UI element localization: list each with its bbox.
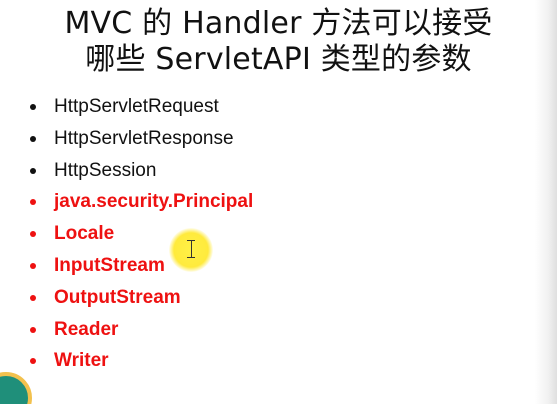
list-item-label: OutputStream [54, 286, 181, 308]
bullet-dot-icon [30, 262, 36, 269]
bullet-dot-icon [30, 294, 36, 301]
list-item-label: Writer [54, 350, 109, 372]
list-item-label: HttpServletResponse [54, 127, 234, 149]
presentation-slide: MVC 的 Handler 方法可以接受 哪些 ServletAPI 类型的参数… [0, 0, 557, 404]
bullet-dot-icon [30, 326, 36, 333]
list-item: HttpSession [30, 158, 253, 190]
bullet-dot-icon [30, 199, 36, 206]
list-item: InputStream [30, 253, 253, 285]
list-item: java.security.Principal [30, 189, 253, 221]
list-item: Locale [30, 221, 253, 253]
text-cursor-icon [187, 240, 195, 258]
list-item: Reader [30, 317, 253, 349]
list-item-label: Locale [54, 223, 115, 245]
bullet-dot-icon [30, 358, 36, 365]
list-item-label: Reader [54, 318, 119, 340]
bullet-dot-icon [30, 231, 36, 238]
bullet-dot-icon [30, 167, 36, 174]
corner-decoration [0, 372, 32, 404]
bullet-dot-icon [30, 135, 36, 142]
slide-title: MVC 的 Handler 方法可以接受 哪些 ServletAPI 类型的参数 [0, 6, 557, 78]
list-item: Writer [30, 348, 253, 380]
list-item: OutputStream [30, 285, 253, 317]
list-item: HttpServletResponse [30, 126, 253, 158]
slide-title-line-2: 哪些 ServletAPI 类型的参数 [85, 42, 472, 77]
list-item: HttpServletRequest [30, 94, 253, 126]
bullet-list: HttpServletRequest HttpServletResponse H… [30, 94, 253, 380]
bullet-dot-icon [30, 104, 36, 110]
list-item-label: InputStream [54, 254, 165, 276]
list-item-label: HttpServletRequest [54, 96, 219, 117]
slide-edge-shadow [535, 0, 557, 404]
slide-title-line-1: MVC 的 Handler 方法可以接受 [64, 6, 493, 41]
list-item-label: HttpSession [54, 159, 157, 181]
list-item-label: java.security.Principal [54, 191, 254, 213]
